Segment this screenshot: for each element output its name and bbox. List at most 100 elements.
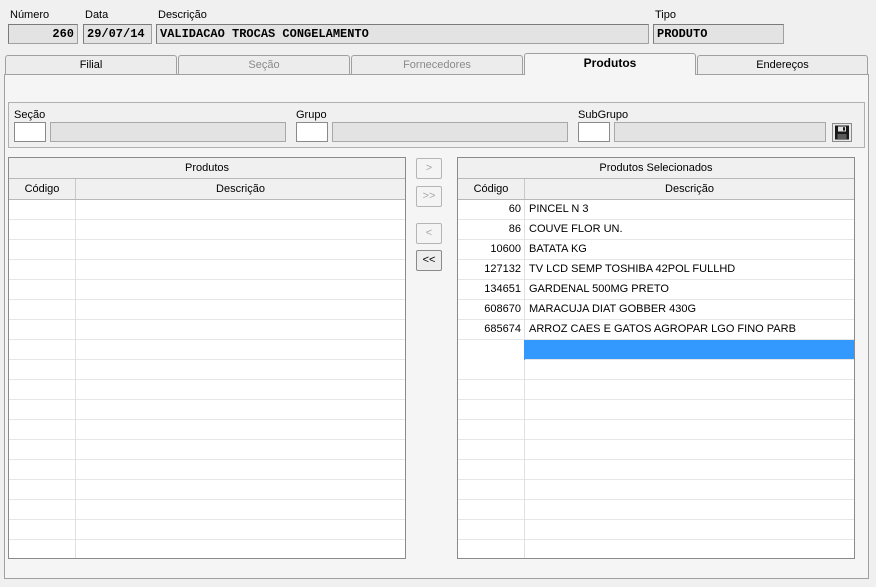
table-row[interactable] [458, 440, 854, 460]
cell-codigo: 608670 [458, 300, 525, 320]
cell-codigo [9, 340, 76, 360]
save-button[interactable] [832, 123, 852, 142]
table-row[interactable] [9, 400, 405, 420]
secao-code-input[interactable] [14, 122, 46, 142]
cell-codigo [9, 220, 76, 240]
cell-codigo [9, 540, 76, 558]
table-row[interactable] [9, 460, 405, 480]
table-row[interactable] [458, 500, 854, 520]
table-row[interactable] [458, 540, 854, 558]
table-row[interactable] [9, 280, 405, 300]
table-row[interactable] [9, 240, 405, 260]
tab-enderecos[interactable]: Endereços [697, 55, 868, 74]
cell-codigo [9, 520, 76, 540]
cell-codigo [458, 440, 525, 460]
cell-descricao: PINCEL N 3 [529, 203, 589, 215]
products-grid-body [9, 200, 405, 558]
tab-fornecedores[interactable]: Fornecedores [351, 55, 523, 74]
selected-products-grid[interactable]: Produtos Selecionados Código Descrição 6… [457, 157, 855, 559]
table-row[interactable] [458, 420, 854, 440]
table-row[interactable] [9, 500, 405, 520]
cell-codigo [9, 480, 76, 500]
products-grid[interactable]: Produtos Código Descrição [8, 157, 406, 559]
cell-descricao: MARACUJA DIAT GOBBER 430G [529, 303, 697, 315]
data-field[interactable]: 29/07/14 [83, 24, 152, 44]
numero-field[interactable]: 260 [8, 24, 78, 44]
add-selected-button[interactable]: > [416, 158, 442, 179]
remove-all-button[interactable]: << [416, 250, 442, 271]
cell-descricao: BATATA KG [529, 243, 587, 255]
descricao-field[interactable]: VALIDACAO TROCAS CONGELAMENTO [156, 24, 649, 44]
secao-description-field [50, 122, 286, 142]
cell-codigo [9, 420, 76, 440]
column-header-descricao[interactable]: Descrição [525, 179, 854, 199]
cell-codigo [458, 460, 525, 480]
subgrupo-code-input[interactable] [578, 122, 610, 142]
table-row[interactable]: 685674 ARROZ CAES E GATOS AGROPAR LGO FIN… [458, 320, 854, 340]
selected-products-grid-header: Código Descrição [458, 179, 854, 200]
secao-label: Seção [14, 109, 46, 121]
table-row[interactable]: 60 PINCEL N 3 [458, 200, 854, 220]
column-header-codigo[interactable]: Código [9, 179, 76, 199]
cell-codigo: 685674 [458, 320, 525, 340]
cell-codigo [458, 540, 525, 558]
tab-filial[interactable]: Filial [5, 55, 177, 74]
table-row[interactable] [9, 360, 405, 380]
table-row[interactable] [458, 460, 854, 480]
table-row[interactable] [9, 540, 405, 558]
column-header-descricao[interactable]: Descrição [76, 179, 405, 199]
table-row-selected[interactable] [458, 340, 854, 360]
cell-codigo [9, 500, 76, 520]
cell-codigo [9, 200, 76, 220]
cell-codigo [458, 360, 525, 380]
cell-codigo: 86 [458, 220, 525, 240]
tipo-field[interactable]: PRODUTO [653, 24, 784, 44]
table-row[interactable] [458, 360, 854, 380]
table-row[interactable]: 10600 BATATA KG [458, 240, 854, 260]
cell-codigo: 127132 [458, 260, 525, 280]
table-row[interactable] [9, 420, 405, 440]
selected-products-grid-title: Produtos Selecionados [458, 158, 854, 179]
cell-codigo [458, 380, 525, 400]
subgrupo-description-field [614, 122, 826, 142]
table-row[interactable] [9, 220, 405, 240]
table-row[interactable] [9, 520, 405, 540]
grupo-code-input[interactable] [296, 122, 328, 142]
table-row[interactable] [9, 320, 405, 340]
table-row[interactable] [9, 440, 405, 460]
cell-codigo: 10600 [458, 240, 525, 260]
table-row[interactable] [458, 480, 854, 500]
products-grid-title: Produtos [9, 158, 405, 179]
table-row[interactable] [9, 260, 405, 280]
cell-codigo [9, 320, 76, 340]
table-row[interactable] [9, 480, 405, 500]
selected-products-grid-body: 60 PINCEL N 3 86 COUVE FLOR UN. 10600 BATATA … [458, 200, 854, 558]
grupo-label: Grupo [296, 109, 327, 121]
tipo-label: Tipo [655, 9, 676, 21]
table-row[interactable]: 86 COUVE FLOR UN. [458, 220, 854, 240]
remove-selected-button[interactable]: < [416, 223, 442, 244]
tab-produtos[interactable]: Produtos [524, 53, 696, 75]
table-row[interactable] [458, 380, 854, 400]
tab-secao[interactable]: Seção [178, 55, 350, 74]
table-row[interactable]: 608670 MARACUJA DIAT GOBBER 430G [458, 300, 854, 320]
add-all-button[interactable]: >> [416, 186, 442, 207]
cell-descricao: TV LCD SEMP TOSHIBA 42POL FULLHD [529, 263, 736, 275]
table-row[interactable] [9, 340, 405, 360]
table-row[interactable]: 127132 TV LCD SEMP TOSHIBA 42POL FULLHD [458, 260, 854, 280]
table-row[interactable] [9, 300, 405, 320]
table-row[interactable] [458, 520, 854, 540]
table-row[interactable] [9, 380, 405, 400]
cell-codigo [9, 300, 76, 320]
cell-codigo [9, 240, 76, 260]
cell-codigo [9, 280, 76, 300]
table-row[interactable] [458, 400, 854, 420]
descricao-label: Descrição [158, 9, 207, 21]
cell-codigo [458, 500, 525, 520]
cell-codigo [9, 360, 76, 380]
cell-codigo [9, 260, 76, 280]
table-row[interactable]: 134651 GARDENAL 500MG PRETO [458, 280, 854, 300]
cell-codigo [458, 480, 525, 500]
column-header-codigo[interactable]: Código [458, 179, 525, 199]
table-row[interactable] [9, 200, 405, 220]
